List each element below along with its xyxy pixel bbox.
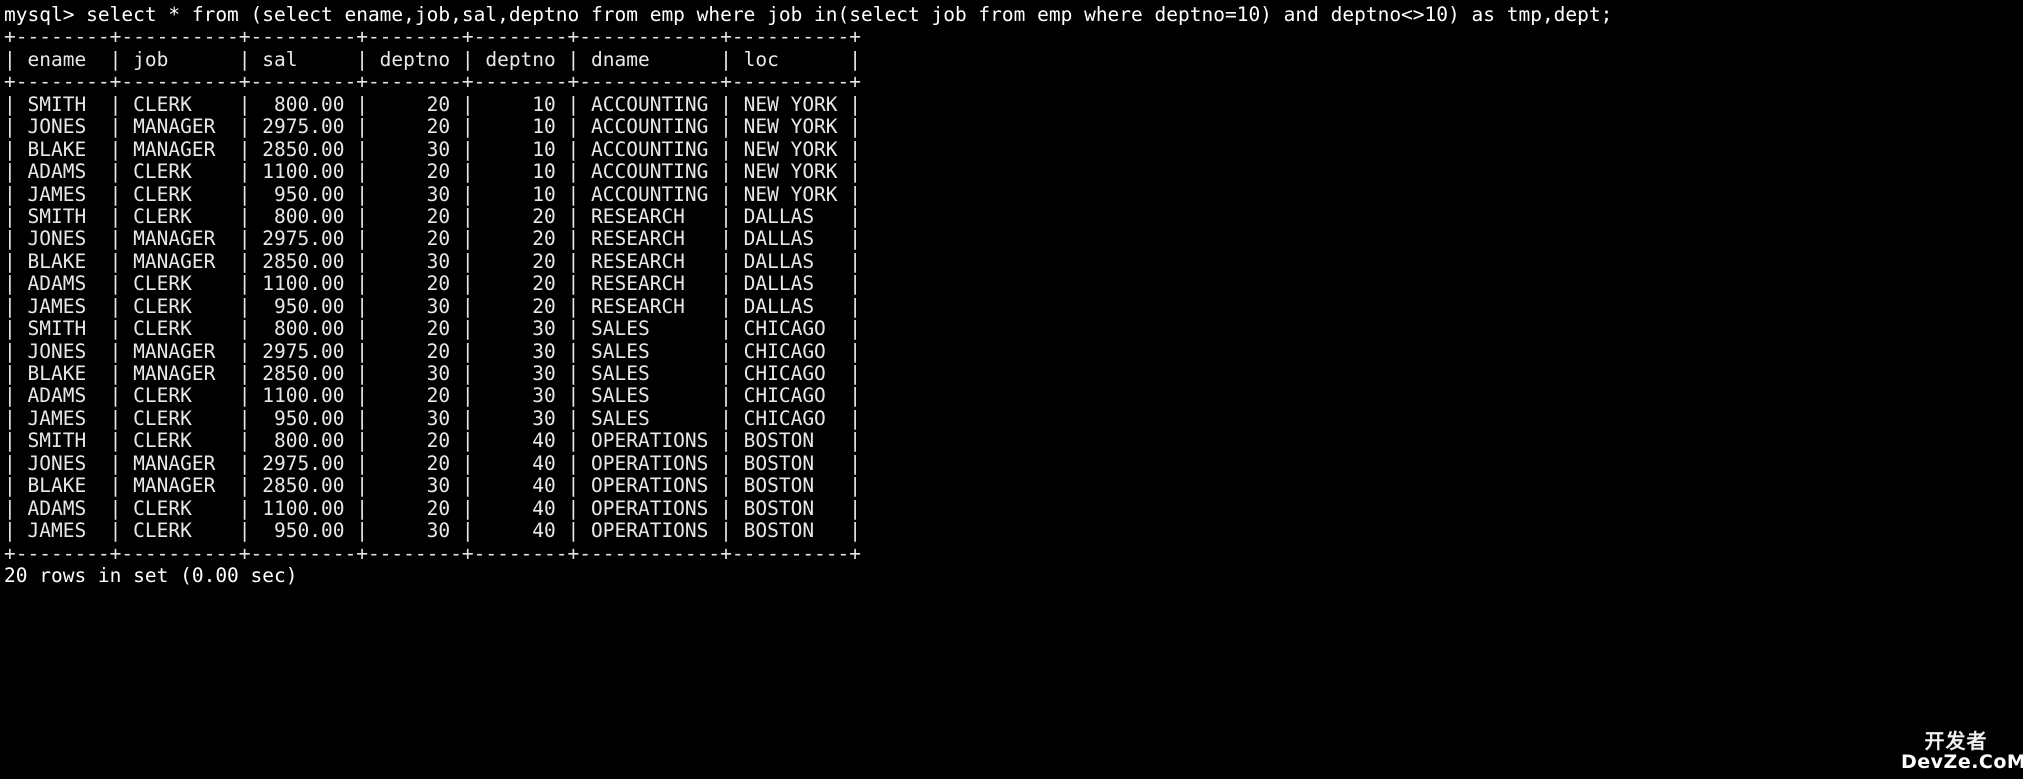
table-row: | JONES | MANAGER | 2975.00 | 20 | 20 | … [4,227,862,251]
table-row: | JAMES | CLERK | 950.00 | 30 | 10 | ACC… [4,182,862,206]
rows-in-set-status: 20 rows in set (0.00 sec) [4,563,298,587]
table-row: | JONES | MANAGER | 2975.00 | 20 | 30 | … [4,339,862,363]
table-row: | JONES | MANAGER | 2975.00 | 20 | 40 | … [4,451,862,475]
site-watermark: 开发者 DevZe.CoM [1901,729,2023,773]
table-border-top: +--------+----------+---------+--------+… [4,25,862,49]
table-row: | BLAKE | MANAGER | 2850.00 | 30 | 10 | … [4,137,862,161]
watermark-domain-text: DevZe.CoM [1901,751,2023,773]
sql-query-line: mysql> select * from (select ename,job,s… [4,3,1613,26]
table-row: | JAMES | CLERK | 950.00 | 30 | 40 | OPE… [4,519,862,543]
watermark-cn-text: 开发者 [1924,729,1988,753]
table-row: | JAMES | CLERK | 950.00 | 30 | 30 | SAL… [4,406,862,430]
table-row: | BLAKE | MANAGER | 2850.00 | 30 | 20 | … [4,249,862,273]
table-row: | SMITH | CLERK | 800.00 | 20 | 10 | ACC… [4,92,862,116]
table-row: | SMITH | CLERK | 800.00 | 20 | 40 | OPE… [4,429,862,453]
table-row: | SMITH | CLERK | 800.00 | 20 | 20 | RES… [4,204,862,228]
table-row: | BLAKE | MANAGER | 2850.00 | 30 | 30 | … [4,362,862,385]
table-row: | ADAMS | CLERK | 1100.00 | 20 | 40 | OP… [4,496,862,520]
table-header-row: | ename | job | sal | deptno | deptno | … [4,47,862,71]
table-row: | SMITH | CLERK | 800.00 | 20 | 30 | SAL… [4,317,862,341]
table-border-header: +--------+----------+---------+--------+… [4,70,862,94]
terminal-window: mysql> select * from (select ename,job,s… [0,0,2023,779]
table-row: | ADAMS | CLERK | 1100.00 | 20 | 10 | AC… [4,160,862,184]
table-border-bottom: +--------+----------+---------+--------+… [4,541,862,565]
table-row: | ADAMS | CLERK | 1100.00 | 20 | 30 | SA… [4,384,862,408]
table-row: | JONES | MANAGER | 2975.00 | 20 | 10 | … [4,115,862,139]
table-row: | BLAKE | MANAGER | 2850.00 | 30 | 40 | … [4,474,862,498]
table-row: | JAMES | CLERK | 950.00 | 30 | 20 | RES… [4,294,862,318]
table-row: | ADAMS | CLERK | 1100.00 | 20 | 20 | RE… [4,272,862,296]
